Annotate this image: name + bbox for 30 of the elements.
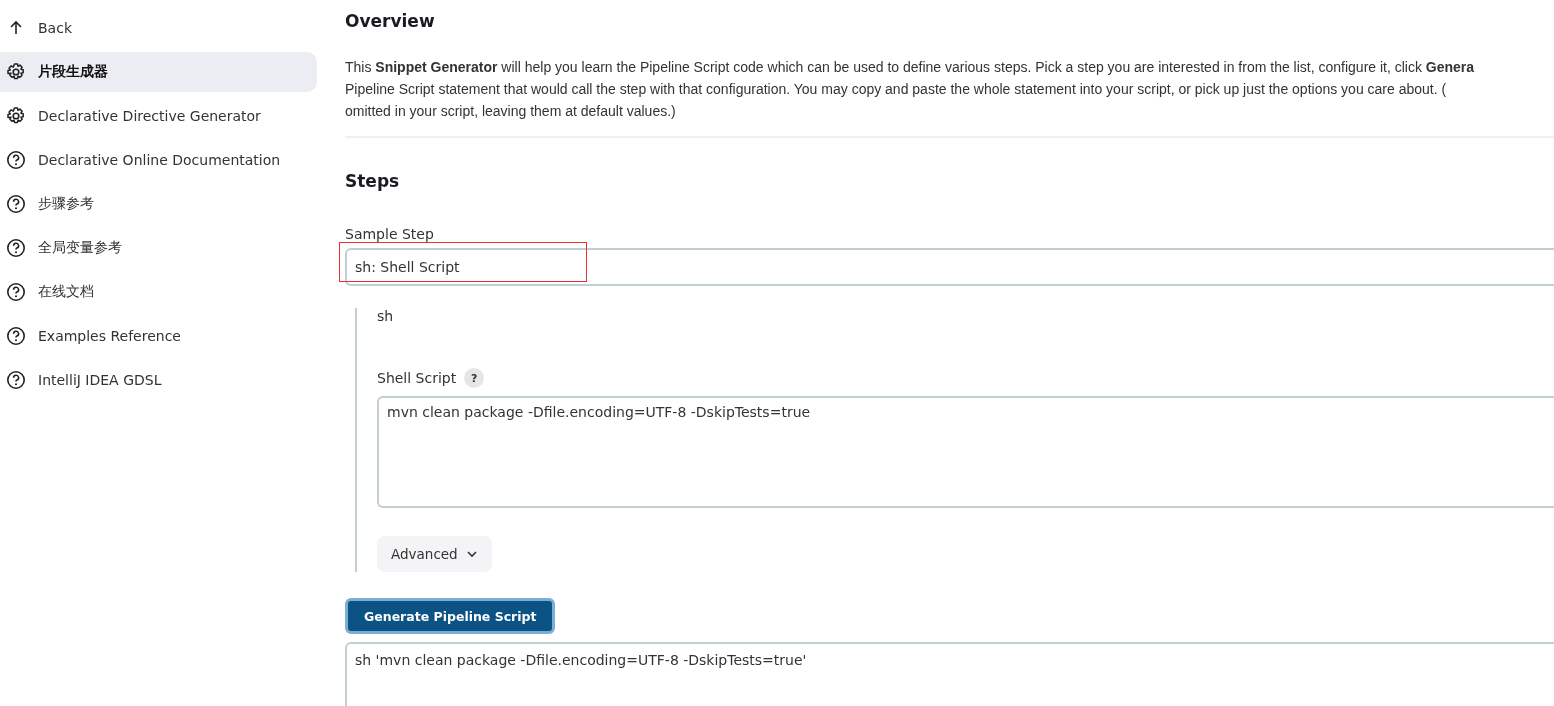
- help-icon: [6, 194, 26, 214]
- caret-icon: [465, 548, 478, 560]
- help-icon: [6, 282, 26, 302]
- help-icon: [6, 238, 26, 258]
- gear-icon: [6, 62, 26, 82]
- field-label: Sample Step: [345, 226, 435, 242]
- help-button[interactable]: ?: [464, 368, 485, 388]
- script-textarea[interactable]: mvn clean package -Dfile.encoding=UTF-8 -DskipTests=true: [377, 396, 1554, 508]
- help-icon: [6, 370, 26, 390]
- sidebar-item[interactable]: Back: [0, 8, 317, 48]
- sidebar-item[interactable]: IntelliJ IDEA GDSL: [0, 360, 317, 400]
- section-title: Overview: [345, 10, 436, 33]
- advanced-button[interactable]: Advanced: [377, 536, 492, 572]
- sidebar-item[interactable]: 全局变量参考: [0, 228, 317, 268]
- field-label: Shell Script: [377, 370, 457, 386]
- section-title: Steps: [345, 170, 401, 193]
- help-icon: [6, 326, 26, 346]
- sidebar-item[interactable]: 片段生成器: [0, 52, 317, 92]
- sidebar-item[interactable]: Examples Reference: [0, 316, 317, 356]
- sidebar-item[interactable]: Declarative Directive Generator: [0, 96, 317, 136]
- help-icon: [6, 150, 26, 170]
- output-textarea[interactable]: sh 'mvn clean package -Dfile.encoding=UTF-8 -DskipTests=true': [345, 642, 1554, 706]
- step-name: sh: [377, 308, 395, 324]
- sidebar-item[interactable]: 步骤参考: [0, 184, 317, 224]
- overview-paragraph: This Snippet Generator will help you learn the Pipeline Script code which can be used to define various steps. Pick a step you are interested in from the list, configure it, click Genera Pipeline Script statement that would call the step with that configuration. You may copy and paste the whole statement into your script, or pick up just the options you care about. ( omitted in your script, leaving them at default values.): [345, 58, 1476, 121]
- sidebar-item[interactable]: 在线文档: [0, 272, 317, 312]
- gear-icon: [6, 106, 26, 126]
- sidebar-item[interactable]: Declarative Online Documentation: [0, 140, 317, 180]
- generate-button[interactable]: Generate Pipeline Script: [345, 598, 556, 634]
- step-select[interactable]: sh: Shell Script: [345, 248, 1554, 286]
